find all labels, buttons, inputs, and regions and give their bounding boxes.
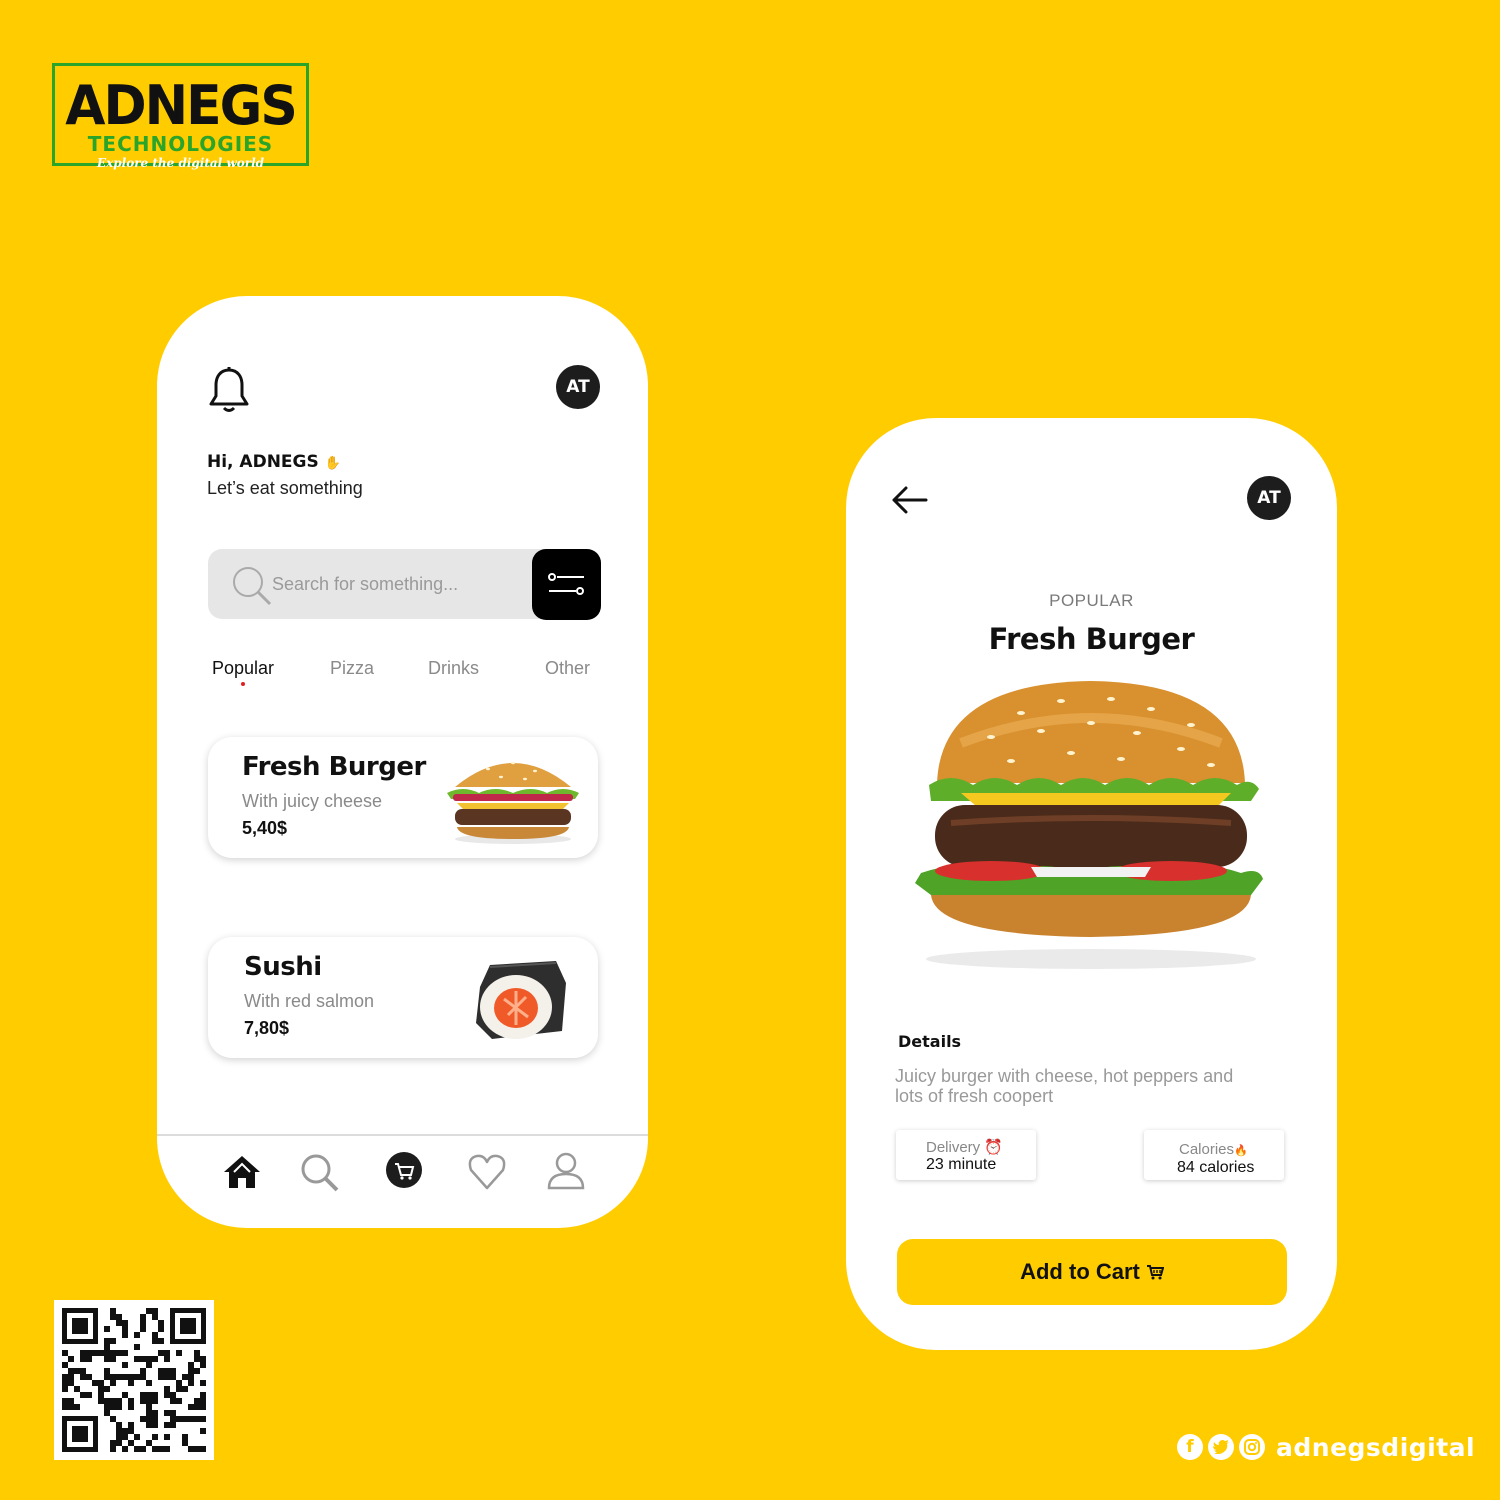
cart-icon[interactable] [384, 1152, 424, 1192]
tab-popular[interactable]: Popular [212, 658, 274, 679]
tab-pizza[interactable]: Pizza [330, 658, 374, 679]
greeting-subtitle: Let’s eat something [207, 478, 363, 498]
tab-other[interactable]: Other [545, 658, 590, 679]
logo-tagline: Explore the digital world [96, 156, 265, 170]
delivery-label: Delivery ⏰ [926, 1138, 1003, 1156]
food-title: Sushi [244, 952, 322, 982]
tab-drinks[interactable]: Drinks [428, 658, 479, 679]
home-icon[interactable] [222, 1152, 262, 1192]
food-card-sushi[interactable]: Sushi With red salmon 7,80$ [208, 937, 598, 1058]
add-to-cart-label: Add to Cart [1020, 1259, 1140, 1284]
calories-info: Calories🔥 84 calories [1144, 1130, 1284, 1180]
logo-main-text: ADNEGS [65, 74, 298, 138]
food-card-burger[interactable]: Fresh Burger With juicy cheese 5,40$ [208, 737, 598, 858]
avatar[interactable]: AT [1247, 476, 1291, 520]
category-label: POPULAR [1049, 591, 1134, 610]
greeting: Hi, ADNEGS ✋ [207, 452, 341, 472]
delivery-label-text: Delivery [926, 1139, 981, 1156]
back-arrow-icon[interactable] [890, 482, 930, 518]
greeting-text: Hi, ADNEGS [207, 452, 319, 472]
brand-logo: ADNEGS TECHNOLOGIES Explore the digital … [52, 63, 309, 170]
product-title: Fresh Burger [988, 622, 1195, 656]
bottom-nav-divider [157, 1134, 648, 1136]
instagram-icon[interactable] [1239, 1434, 1265, 1460]
food-subtitle: With red salmon [244, 991, 375, 1011]
wave-icon: ✋ [324, 456, 341, 471]
food-title: Fresh Burger [242, 752, 426, 782]
delivery-info: Delivery ⏰ 23 minute [896, 1130, 1036, 1180]
sushi-image [476, 961, 566, 1039]
qr-code [54, 1300, 214, 1460]
food-price: 5,40$ [242, 818, 288, 838]
filter-icon [548, 573, 584, 595]
details-heading: Details [898, 1032, 962, 1051]
calories-label: Calories🔥 [1179, 1141, 1248, 1158]
search-input[interactable] [272, 567, 522, 601]
logo-sub-text: TECHNOLOGIES [87, 132, 274, 156]
add-to-cart-button[interactable]: Add to Cart [897, 1239, 1287, 1305]
burger-hero-image [915, 681, 1263, 969]
calories-label-text: Calories [1179, 1141, 1235, 1158]
twitter-icon[interactable] [1208, 1434, 1234, 1460]
food-price: 7,80$ [244, 1018, 290, 1038]
active-tab-indicator [241, 682, 245, 686]
search-icon [230, 564, 272, 606]
social-footer: f adnegsdigital [1177, 1430, 1475, 1464]
product-description: Juicy burger with cheese, hot peppers an… [895, 1066, 1234, 1106]
cart-icon [1146, 1265, 1164, 1280]
user-icon[interactable] [546, 1152, 586, 1192]
avatar[interactable]: AT [556, 365, 600, 409]
facebook-icon[interactable]: f [1177, 1434, 1203, 1460]
alarm-clock-icon: ⏰ [984, 1139, 1004, 1156]
search-icon[interactable] [299, 1152, 339, 1192]
category-tabs: Popular Pizza Drinks Other [157, 658, 648, 698]
detail-screen-phone: AT POPULAR Fresh Burger Details Juicy bu… [846, 418, 1337, 1350]
fire-icon: 🔥 [1234, 1145, 1248, 1157]
calories-value: 84 calories [1177, 1159, 1255, 1176]
heart-icon[interactable] [467, 1152, 507, 1192]
food-subtitle: With juicy cheese [242, 791, 383, 811]
bell-icon[interactable] [207, 366, 251, 414]
filter-button[interactable] [532, 549, 601, 620]
delivery-value: 23 minute [926, 1156, 997, 1173]
home-screen-phone: AT Hi, ADNEGS ✋ Let’s eat something Popu… [157, 296, 648, 1228]
social-handle: adnegsdigital [1276, 1432, 1476, 1462]
burger-image [447, 761, 579, 844]
